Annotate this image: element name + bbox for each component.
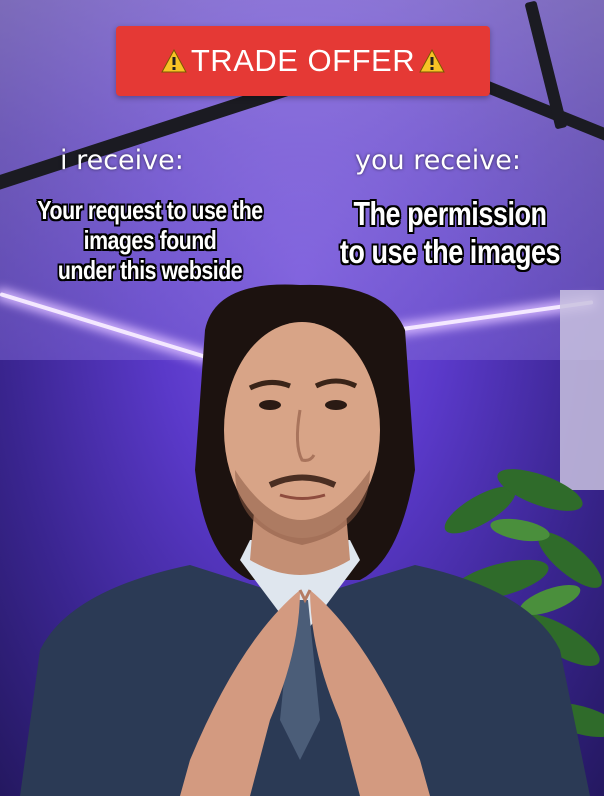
you-receive-caption: The permission to use the images xyxy=(315,195,586,271)
i-receive-label: i receive: xyxy=(60,145,184,176)
meme-image: TRADE OFFER i receive: you receive: Your… xyxy=(0,0,604,796)
caption-line: under this webside xyxy=(57,255,243,285)
caption-line: Your request to use the xyxy=(37,195,263,225)
you-receive-label: you receive: xyxy=(355,145,521,176)
banner-title: TRADE OFFER xyxy=(190,43,416,78)
caption-line: The permission xyxy=(353,195,547,232)
caption-line: to use the images xyxy=(339,233,561,270)
i-receive-caption: Your request to use the images found und… xyxy=(11,195,290,285)
warning-icon xyxy=(419,48,445,73)
caption-line: images found xyxy=(83,225,217,255)
man-in-suit xyxy=(20,284,590,796)
trade-offer-banner: TRADE OFFER xyxy=(116,26,490,96)
warning-icon xyxy=(161,48,187,73)
